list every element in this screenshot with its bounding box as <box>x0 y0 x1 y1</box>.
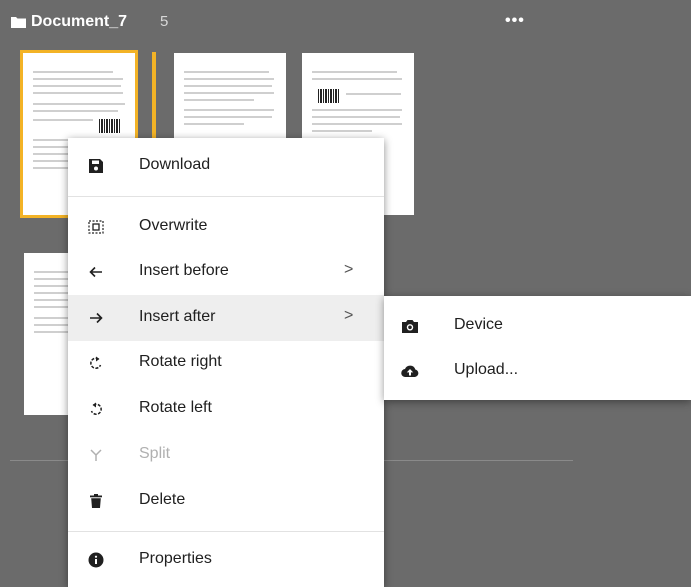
menu-item-split[interactable]: Split <box>68 432 384 478</box>
chevron-right-icon: > <box>344 261 354 278</box>
menu-separator <box>68 531 384 532</box>
menu-item-delete[interactable]: Delete <box>68 478 384 524</box>
menu-item-label: Overwrite <box>139 217 208 234</box>
page-context-menu: Download Overwrite Insert before > Inser… <box>68 138 384 587</box>
more-options-button[interactable]: ••• <box>505 12 525 30</box>
menu-item-label: Properties <box>139 550 212 567</box>
menu-item-label: Split <box>139 445 171 462</box>
menu-item-label: Insert before <box>139 262 229 279</box>
arrow-left-icon <box>86 262 106 282</box>
insert-after-submenu: Device Upload... <box>384 296 691 400</box>
menu-item-insert-before[interactable]: Insert before > <box>68 249 384 295</box>
save-icon <box>86 156 106 176</box>
menu-item-label: Delete <box>139 491 186 508</box>
page-count: 5 <box>160 13 169 30</box>
menu-item-label: Rotate left <box>139 399 212 416</box>
document-title[interactable]: Document_7 <box>31 13 127 31</box>
rotate-left-icon <box>86 399 106 419</box>
menu-item-insert-after[interactable]: Insert after > <box>68 295 384 341</box>
menu-item-label: Insert after <box>139 308 216 325</box>
cloud-upload-icon <box>400 361 420 381</box>
menu-item-properties[interactable]: Properties <box>68 537 384 583</box>
menu-item-label: Rotate right <box>139 353 222 370</box>
camera-icon <box>400 316 420 336</box>
overwrite-icon <box>86 217 106 237</box>
chevron-right-icon: > <box>344 307 354 324</box>
menu-item-label: Download <box>139 156 211 173</box>
menu-item-rotate-right[interactable]: Rotate right <box>68 340 384 386</box>
split-icon <box>86 445 106 465</box>
arrow-right-icon <box>86 308 106 328</box>
submenu-item-device[interactable]: Device <box>384 303 691 349</box>
submenu-item-label: Upload... <box>454 361 519 378</box>
rotate-right-icon <box>86 353 106 373</box>
menu-item-download[interactable]: Download <box>68 143 384 189</box>
menu-separator <box>68 196 384 197</box>
insert-position-marker <box>152 52 156 142</box>
submenu-item-label: Device <box>454 316 503 333</box>
document-header: Document_7 5 ••• <box>0 0 691 44</box>
info-icon <box>86 550 106 570</box>
trash-icon <box>86 491 106 511</box>
folder-icon <box>11 17 26 28</box>
submenu-item-upload[interactable]: Upload... <box>384 348 691 394</box>
menu-item-overwrite[interactable]: Overwrite <box>68 204 384 250</box>
menu-item-rotate-left[interactable]: Rotate left <box>68 386 384 432</box>
